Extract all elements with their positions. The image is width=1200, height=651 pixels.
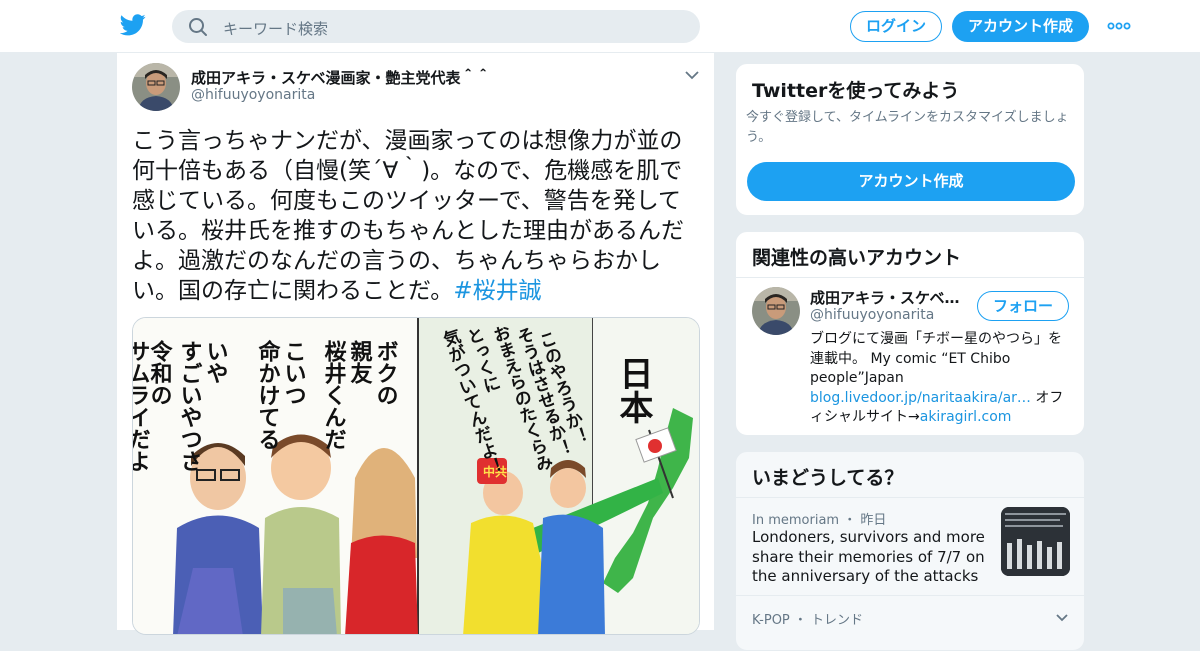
comic-text-3: 桜井くんだ: [321, 340, 347, 450]
japan-label: 日本: [613, 356, 653, 424]
related-accounts-card: 関連性の高いアカウント 成田アキラ・スケベ… @hifuuyoyonarita …: [735, 231, 1085, 436]
trends-card: いまどうしてる？ In memoriam ・ 昨日 Londoners, sur…: [735, 451, 1085, 651]
divider: [736, 497, 1084, 498]
divider: [736, 595, 1084, 596]
card-subtitle: 今すぐ登録して、タイムラインをカスタマイズしましょう。: [746, 110, 1069, 145]
avatar[interactable]: [752, 287, 800, 335]
trend-context-next: K-POP ・ トレンド: [752, 613, 864, 628]
tweet-text: こう言っちゃナンだが、漫画家ってのは想像力が並の何十倍もある（自慢(笑´∀｀)。…: [132, 126, 702, 306]
top-bar: キーワード検索 ログイン アカウント作成: [0, 0, 1200, 53]
comic-text-9: サムライだよ: [133, 340, 150, 472]
comic-illustration: ボクの 親友 桜井くんだ こいつ 命かけてる いや すごいやつさ 令和の サムラ…: [133, 318, 699, 634]
blog-link[interactable]: blog.livedoor.jp/naritaakira/ar…: [810, 390, 1031, 406]
comic-text-4: こいつ: [281, 340, 306, 406]
comic-text-1: ボクの: [373, 340, 398, 406]
comic-text-6: いや: [203, 340, 229, 384]
avatar[interactable]: [132, 63, 180, 111]
comic-text-7: すごいやつさ: [177, 340, 203, 472]
trend-context: In memoriam ・ 昨日: [752, 513, 887, 528]
search-icon: [189, 18, 207, 36]
login-button[interactable]: ログイン: [850, 11, 942, 42]
try-twitter-card: Twitterを使ってみよう 今すぐ登録して、タイムラインをカスタマイズしましょ…: [735, 63, 1085, 216]
search-placeholder[interactable]: キーワード検索: [223, 18, 328, 39]
divider: [736, 277, 1084, 278]
more-dots-icon[interactable]: [1107, 22, 1131, 30]
create-account-button[interactable]: アカウント作成: [747, 162, 1075, 201]
chevron-down-icon[interactable]: [684, 69, 700, 81]
tweet-body: こう言っちゃナンだが、漫画家ってのは想像力が並の何十倍もある（自慢(笑´∀｀)。…: [132, 128, 684, 304]
comic-text-8: 令和の: [147, 339, 173, 406]
trend-headline[interactable]: Londoners, survivors and more share thei…: [752, 528, 992, 587]
card-title: 関連性の高いアカウント: [752, 247, 962, 269]
follow-button[interactable]: フォロー: [977, 291, 1069, 321]
tweet-author-handle[interactable]: @hifuuyoyonarita: [191, 87, 315, 103]
search-box[interactable]: キーワード検索: [172, 10, 700, 43]
card-title: いまどうしてる？: [752, 467, 904, 489]
tweet-card: 成田アキラ・スケベ漫画家・艶主党代表＾＾ @hifuuyoyonarita こう…: [116, 53, 715, 635]
tweet-author-name[interactable]: 成田アキラ・スケベ漫画家・艶主党代表＾＾: [191, 67, 491, 88]
comic-text-2: 親友: [347, 340, 373, 385]
twitter-bird-icon[interactable]: [120, 13, 146, 37]
bio-text: ブログにて漫画「チボー星のやつら」を連載中。 My comic “ET Chib…: [810, 331, 1062, 386]
official-site-link[interactable]: akiragirl.com: [920, 409, 1012, 425]
related-account-name[interactable]: 成田アキラ・スケベ…: [810, 287, 960, 308]
chevron-down-icon[interactable]: [1055, 613, 1069, 623]
signup-button[interactable]: アカウント作成: [952, 11, 1089, 42]
trend-thumbnail[interactable]: [1001, 507, 1070, 576]
tweet-image[interactable]: ボクの 親友 桜井くんだ こいつ 命かけてる いや すごいやつさ 令和の サムラ…: [132, 317, 700, 635]
related-account-handle[interactable]: @hifuuyoyonarita: [810, 307, 934, 323]
hashtag-link[interactable]: #桜井誠: [453, 278, 541, 304]
card-title: Twitterを使ってみよう: [752, 80, 960, 102]
account-bio: ブログにて漫画「チボー星のやつら」を連載中。 My comic “ET Chib…: [810, 330, 1074, 428]
comic-text-5: 命かけてる: [255, 339, 281, 450]
